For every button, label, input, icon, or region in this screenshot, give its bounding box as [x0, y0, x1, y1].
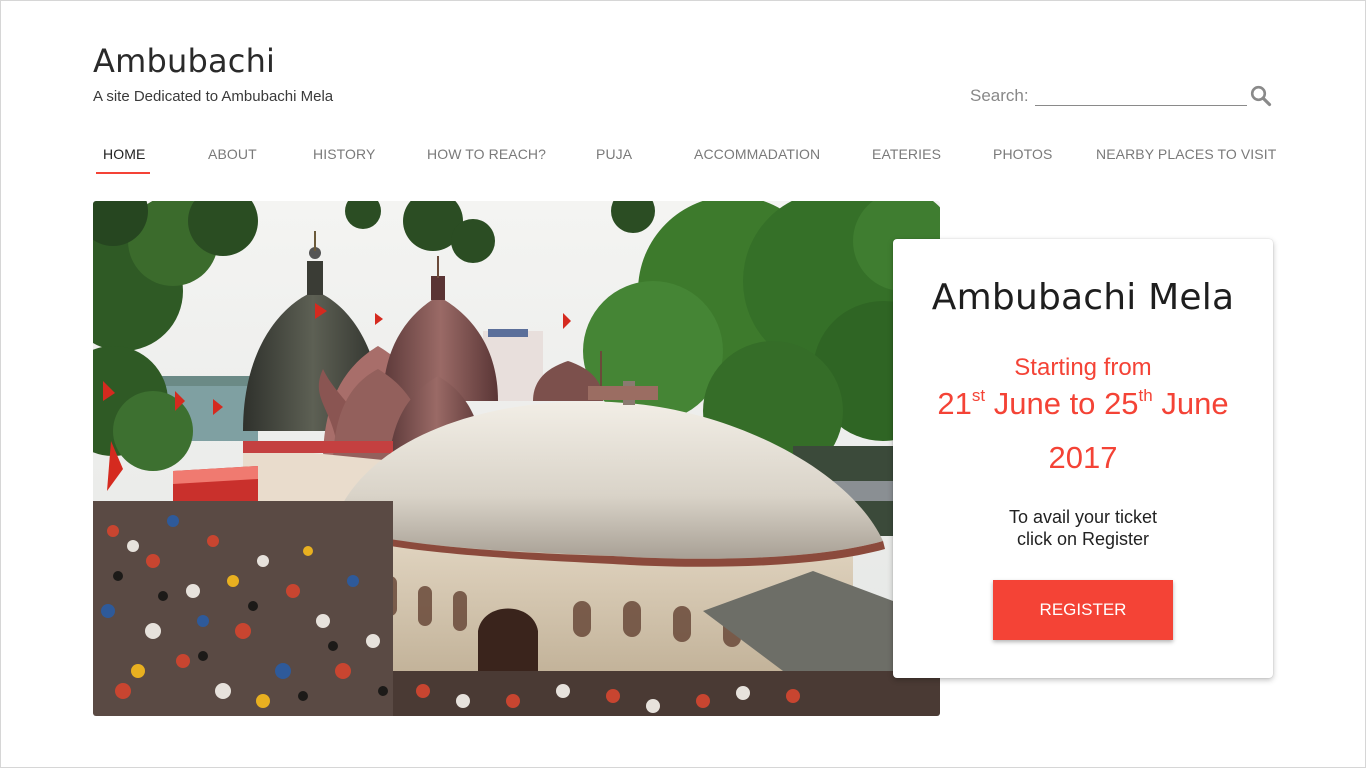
event-dates: 21st June to 25th June — [893, 386, 1273, 422]
event-title: Ambubachi Mela — [931, 277, 1235, 318]
nav-nearby-places[interactable]: NEARBY PLACES TO VISIT — [1096, 146, 1276, 162]
hero-image — [93, 201, 940, 716]
nav-accommadation[interactable]: ACCOMMADATION — [694, 146, 820, 162]
start-day: 21 — [937, 386, 972, 421]
search-input[interactable] — [1034, 86, 1247, 106]
site-tagline: A site Dedicated to Ambubachi Mela — [93, 88, 334, 105]
main-nav: HOME ABOUT HISTORY HOW TO REACH? PUJA AC… — [93, 140, 1276, 176]
nav-how-to-reach[interactable]: HOW TO REACH? — [427, 146, 546, 162]
register-button[interactable]: REGISTER — [993, 580, 1173, 640]
event-card: Ambubachi Mela Starting from 21st June t… — [893, 239, 1273, 678]
nav-active-indicator — [96, 172, 150, 174]
end-day: 25 — [1104, 386, 1139, 421]
event-starting-label: Starting from — [1014, 354, 1152, 381]
end-month: June — [1161, 386, 1229, 421]
start-month: June to — [993, 386, 1096, 421]
nav-eateries[interactable]: EATERIES — [872, 146, 941, 162]
start-day-suffix: st — [971, 386, 986, 405]
nav-puja[interactable]: PUJA — [596, 146, 632, 162]
site-brand: Ambubachi A site Dedicated to Ambubachi … — [93, 42, 333, 105]
search-bar: Search: — [970, 84, 1273, 108]
nav-history[interactable]: HISTORY — [313, 146, 375, 162]
search-icon[interactable] — [1249, 84, 1273, 108]
nav-photos[interactable]: PHOTOS — [993, 146, 1052, 162]
ticket-note: To avail your ticket click on Register — [1008, 507, 1158, 549]
temple-photo-illustration — [93, 201, 940, 716]
end-day-suffix: th — [1138, 386, 1153, 405]
nav-home[interactable]: HOME — [103, 146, 145, 162]
site-title[interactable]: Ambubachi — [93, 42, 333, 80]
search-label: Search: — [970, 86, 1029, 105]
nav-about[interactable]: ABOUT — [208, 146, 257, 162]
event-year: 2017 — [1048, 440, 1118, 475]
